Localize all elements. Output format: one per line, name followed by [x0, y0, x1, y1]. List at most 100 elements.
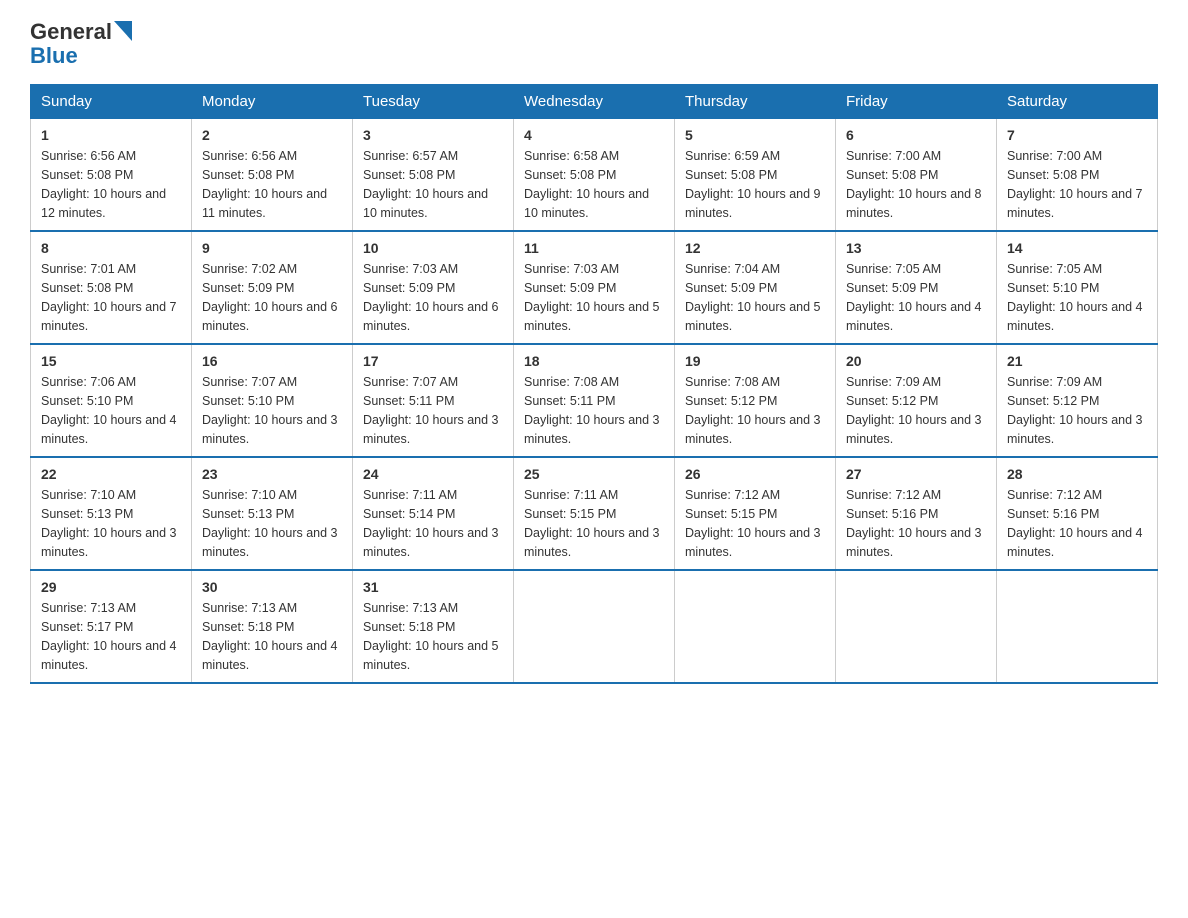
calendar-week-row: 8 Sunrise: 7:01 AMSunset: 5:08 PMDaylight…: [31, 231, 1158, 344]
day-number: 3: [363, 127, 503, 143]
calendar-table: SundayMondayTuesdayWednesdayThursdayFrid…: [30, 84, 1158, 684]
day-number: 30: [202, 579, 342, 595]
day-number: 28: [1007, 466, 1147, 482]
header-monday: Monday: [192, 85, 353, 119]
calendar-cell: 9Sunrise: 7:02 AMSunset: 5:09 PMDaylight…: [192, 231, 353, 344]
calendar-cell: [675, 570, 836, 683]
day-info: Sunrise: 7:08 AMSunset: 5:11 PMDaylight:…: [524, 373, 664, 448]
day-number: 9: [202, 240, 342, 256]
calendar-week-row: 29 Sunrise: 7:13 AMSunset: 5:17 PMDayligh…: [31, 570, 1158, 683]
day-info: Sunrise: 7:13 AMSunset: 5:18 PMDaylight:…: [363, 599, 503, 674]
day-number: 29: [41, 579, 181, 595]
day-info: Sunrise: 7:12 AMSunset: 5:16 PMDaylight:…: [1007, 486, 1147, 561]
calendar-header-row: SundayMondayTuesdayWednesdayThursdayFrid…: [31, 85, 1158, 119]
day-info: Sunrise: 6:57 AMSunset: 5:08 PMDaylight:…: [363, 147, 503, 222]
day-info: Sunrise: 7:00 AMSunset: 5:08 PMDaylight:…: [1007, 147, 1147, 222]
day-number: 12: [685, 240, 825, 256]
calendar-cell: 25 Sunrise: 7:11 AMSunset: 5:15 PMDayligh…: [514, 457, 675, 570]
day-number: 22: [41, 466, 181, 482]
calendar-cell: 17 Sunrise: 7:07 AMSunset: 5:11 PMDayligh…: [353, 344, 514, 457]
logo-general-text: General: [30, 20, 112, 44]
calendar-cell: 22 Sunrise: 7:10 AMSunset: 5:13 PMDayligh…: [31, 457, 192, 570]
day-info: Sunrise: 7:06 AMSunset: 5:10 PMDaylight:…: [41, 373, 181, 448]
calendar-cell: 8 Sunrise: 7:01 AMSunset: 5:08 PMDaylight…: [31, 231, 192, 344]
day-number: 18: [524, 353, 664, 369]
calendar-cell: [514, 570, 675, 683]
day-info: Sunrise: 7:03 AMSunset: 5:09 PMDaylight:…: [524, 260, 664, 335]
day-number: 7: [1007, 127, 1147, 143]
calendar-week-row: 15Sunrise: 7:06 AMSunset: 5:10 PMDayligh…: [31, 344, 1158, 457]
calendar-cell: 6Sunrise: 7:00 AMSunset: 5:08 PMDaylight…: [836, 119, 997, 232]
calendar-cell: 18 Sunrise: 7:08 AMSunset: 5:11 PMDayligh…: [514, 344, 675, 457]
calendar-cell: 24 Sunrise: 7:11 AMSunset: 5:14 PMDayligh…: [353, 457, 514, 570]
day-info: Sunrise: 7:07 AMSunset: 5:11 PMDaylight:…: [363, 373, 503, 448]
calendar-cell: 19 Sunrise: 7:08 AMSunset: 5:12 PMDayligh…: [675, 344, 836, 457]
day-number: 23: [202, 466, 342, 482]
day-info: Sunrise: 7:04 AMSunset: 5:09 PMDaylight:…: [685, 260, 825, 335]
calendar-cell: 26 Sunrise: 7:12 AMSunset: 5:15 PMDayligh…: [675, 457, 836, 570]
day-info: Sunrise: 7:01 AMSunset: 5:08 PMDaylight:…: [41, 260, 181, 335]
day-number: 27: [846, 466, 986, 482]
calendar-cell: 2 Sunrise: 6:56 AMSunset: 5:08 PMDaylight…: [192, 119, 353, 232]
header-tuesday: Tuesday: [353, 85, 514, 119]
calendar-cell: 1 Sunrise: 6:56 AMSunset: 5:08 PMDaylight…: [31, 119, 192, 232]
day-info: Sunrise: 7:09 AMSunset: 5:12 PMDaylight:…: [846, 373, 986, 448]
day-number: 24: [363, 466, 503, 482]
day-info: Sunrise: 7:08 AMSunset: 5:12 PMDaylight:…: [685, 373, 825, 448]
day-number: 2: [202, 127, 342, 143]
day-info: Sunrise: 7:12 AMSunset: 5:15 PMDaylight:…: [685, 486, 825, 561]
day-number: 1: [41, 127, 181, 143]
calendar-cell: 31Sunrise: 7:13 AMSunset: 5:18 PMDayligh…: [353, 570, 514, 683]
day-number: 8: [41, 240, 181, 256]
day-info: Sunrise: 6:58 AMSunset: 5:08 PMDaylight:…: [524, 147, 664, 222]
calendar-cell: 13Sunrise: 7:05 AMSunset: 5:09 PMDayligh…: [836, 231, 997, 344]
day-number: 20: [846, 353, 986, 369]
calendar-cell: 15Sunrise: 7:06 AMSunset: 5:10 PMDayligh…: [31, 344, 192, 457]
calendar-week-row: 22 Sunrise: 7:10 AMSunset: 5:13 PMDayligh…: [31, 457, 1158, 570]
day-number: 17: [363, 353, 503, 369]
day-info: Sunrise: 6:56 AMSunset: 5:08 PMDaylight:…: [41, 147, 181, 222]
calendar-cell: 23 Sunrise: 7:10 AMSunset: 5:13 PMDayligh…: [192, 457, 353, 570]
day-number: 25: [524, 466, 664, 482]
day-number: 5: [685, 127, 825, 143]
day-info: Sunrise: 7:11 AMSunset: 5:15 PMDaylight:…: [524, 486, 664, 561]
day-number: 4: [524, 127, 664, 143]
calendar-cell: 7 Sunrise: 7:00 AMSunset: 5:08 PMDaylight…: [997, 119, 1158, 232]
day-number: 10: [363, 240, 503, 256]
calendar-cell: 28 Sunrise: 7:12 AMSunset: 5:16 PMDayligh…: [997, 457, 1158, 570]
day-info: Sunrise: 7:10 AMSunset: 5:13 PMDaylight:…: [41, 486, 181, 561]
calendar-cell: 21 Sunrise: 7:09 AMSunset: 5:12 PMDayligh…: [997, 344, 1158, 457]
calendar-cell: [997, 570, 1158, 683]
day-number: 19: [685, 353, 825, 369]
logo: General Blue: [30, 20, 132, 68]
logo-triangle-icon: [114, 21, 132, 41]
day-info: Sunrise: 7:07 AMSunset: 5:10 PMDaylight:…: [202, 373, 342, 448]
calendar-cell: 4 Sunrise: 6:58 AMSunset: 5:08 PMDaylight…: [514, 119, 675, 232]
day-number: 21: [1007, 353, 1147, 369]
header-thursday: Thursday: [675, 85, 836, 119]
page-header: General Blue: [30, 20, 1158, 68]
calendar-cell: [836, 570, 997, 683]
day-info: Sunrise: 7:10 AMSunset: 5:13 PMDaylight:…: [202, 486, 342, 561]
header-wednesday: Wednesday: [514, 85, 675, 119]
day-info: Sunrise: 7:03 AMSunset: 5:09 PMDaylight:…: [363, 260, 503, 335]
day-info: Sunrise: 7:05 AMSunset: 5:10 PMDaylight:…: [1007, 260, 1147, 335]
calendar-cell: 29 Sunrise: 7:13 AMSunset: 5:17 PMDayligh…: [31, 570, 192, 683]
header-friday: Friday: [836, 85, 997, 119]
calendar-cell: 20 Sunrise: 7:09 AMSunset: 5:12 PMDayligh…: [836, 344, 997, 457]
day-info: Sunrise: 7:11 AMSunset: 5:14 PMDaylight:…: [363, 486, 503, 561]
calendar-cell: 3 Sunrise: 6:57 AMSunset: 5:08 PMDaylight…: [353, 119, 514, 232]
logo-blue-text: Blue: [30, 44, 132, 68]
calendar-cell: 5 Sunrise: 6:59 AMSunset: 5:08 PMDaylight…: [675, 119, 836, 232]
day-number: 14: [1007, 240, 1147, 256]
day-info: Sunrise: 6:59 AMSunset: 5:08 PMDaylight:…: [685, 147, 825, 222]
day-info: Sunrise: 7:13 AMSunset: 5:17 PMDaylight:…: [41, 599, 181, 674]
calendar-cell: 30Sunrise: 7:13 AMSunset: 5:18 PMDayligh…: [192, 570, 353, 683]
day-info: Sunrise: 6:56 AMSunset: 5:08 PMDaylight:…: [202, 147, 342, 222]
day-info: Sunrise: 7:05 AMSunset: 5:09 PMDaylight:…: [846, 260, 986, 335]
calendar-cell: 12 Sunrise: 7:04 AMSunset: 5:09 PMDayligh…: [675, 231, 836, 344]
day-number: 26: [685, 466, 825, 482]
header-saturday: Saturday: [997, 85, 1158, 119]
day-info: Sunrise: 7:09 AMSunset: 5:12 PMDaylight:…: [1007, 373, 1147, 448]
day-info: Sunrise: 7:12 AMSunset: 5:16 PMDaylight:…: [846, 486, 986, 561]
